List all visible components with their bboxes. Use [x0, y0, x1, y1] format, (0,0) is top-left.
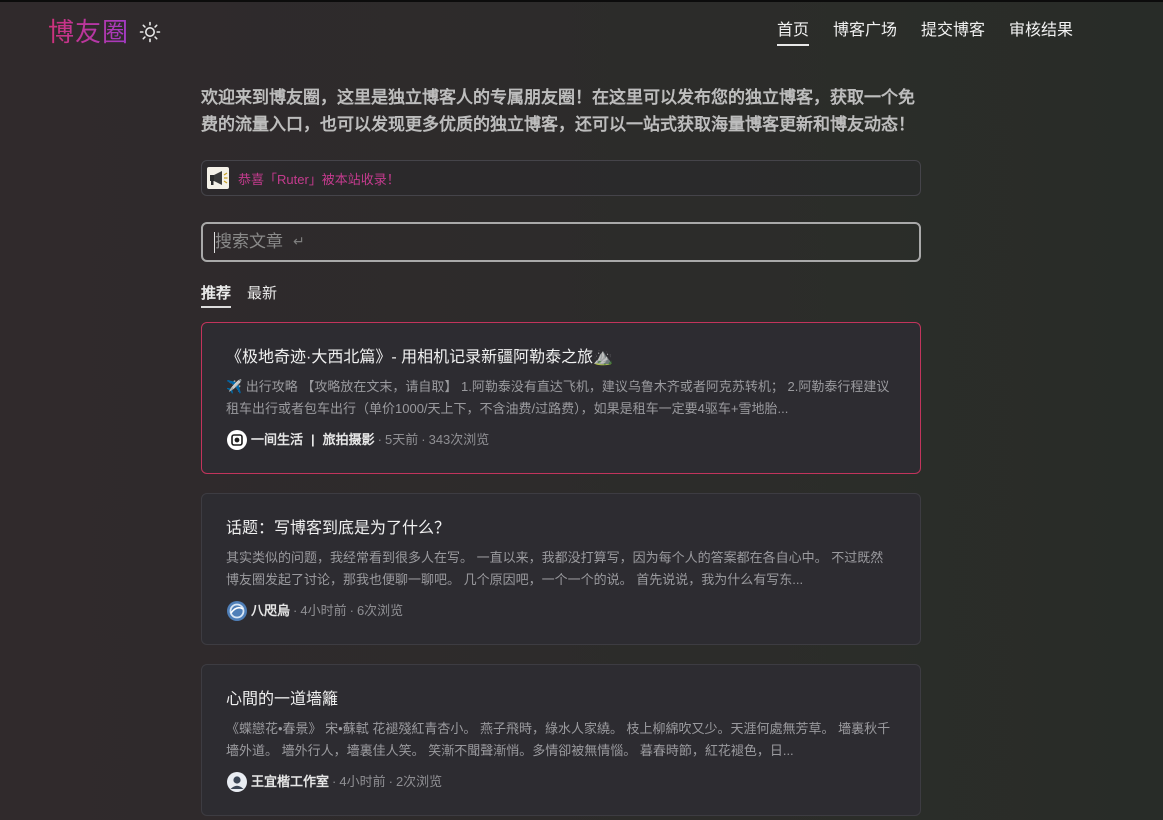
nav-blog-square[interactable]: 博客广场: [833, 20, 897, 46]
article-time: 5天前: [385, 432, 419, 447]
intro-text: 欢迎来到博友圈，这里是独立博客人的专属朋友圈！在这里可以发布您的独立博客，获取一…: [201, 88, 915, 134]
meta-dot: ·: [332, 774, 337, 789]
article-excerpt: 其实类似的问题，我经常看到很多人在写。 一直以来，我都没打算写，因为每个人的答案…: [226, 550, 884, 587]
article-views: 2次浏览: [395, 774, 443, 789]
article-title[interactable]: 心間的一道墻籬: [226, 665, 896, 711]
tab-recommended[interactable]: 推荐: [201, 283, 232, 308]
tab-latest[interactable]: 最新: [247, 283, 277, 308]
article-category[interactable]: 旅拍摄影: [323, 429, 375, 451]
nav-review-results[interactable]: 审核结果: [1009, 20, 1073, 46]
article-excerpt: 《蝶戀花•春景》 宋•蘇軾 花褪殘紅青杏小。 燕子飛時，綠水人家繞。 枝上柳綿吹…: [226, 721, 891, 758]
notice-bar[interactable]: 恭喜「Ruter」被本站收录！: [201, 160, 921, 196]
meta-dot: ·: [421, 432, 426, 447]
article-excerpt: ✈️ 出行攻略 【攻略放在文末，请自取】 1.阿勒泰没有直达飞机，建议乌鲁木齐或…: [226, 379, 890, 416]
article-author[interactable]: 一间生活: [251, 429, 303, 451]
article-author[interactable]: 王宜楷工作室: [251, 771, 329, 793]
search-input[interactable]: [203, 224, 919, 260]
main-content: 欢迎来到博友圈，这里是独立博客人的专属朋友圈！在这里可以发布您的独立博客，获取一…: [201, 84, 921, 816]
search-box[interactable]: ↵: [201, 222, 921, 262]
article-time: 4小时前: [339, 774, 386, 789]
article-views: 6次浏览: [356, 603, 404, 618]
megaphone-icon: [207, 167, 229, 189]
avatar[interactable]: [227, 772, 247, 792]
nav-submit-blog[interactable]: 提交博客: [921, 20, 985, 46]
article-author[interactable]: 八咫烏: [251, 600, 290, 622]
article-title[interactable]: 《极地奇迹·大西北篇》- 用相机记录新疆阿勒泰之旅⛰️: [226, 323, 896, 369]
article-card[interactable]: 话题：写博客到底是为了什么？ 其实类似的问题，我经常看到很多人在写。 一直以来，…: [201, 493, 921, 645]
site-header: 博友圈 首页 博客广场 提交博客 审核结果: [0, 2, 1163, 60]
article-meta: 王宜楷工作室 · 4小时前 · 2次浏览: [226, 771, 896, 793]
meta-dot: ·: [388, 774, 393, 789]
meta-separator: |: [311, 432, 315, 447]
article-title[interactable]: 话题：写博客到底是为了什么？: [226, 494, 896, 540]
site-logo[interactable]: 博友圈: [48, 15, 129, 49]
avatar[interactable]: [227, 601, 247, 621]
article-card[interactable]: 心間的一道墻籬 《蝶戀花•春景》 宋•蘇軾 花褪殘紅青杏小。 燕子飛時，綠水人家…: [201, 664, 921, 816]
article-views: 343次浏览: [428, 432, 490, 447]
avatar[interactable]: [227, 430, 247, 450]
feed-tabs: 推荐 最新: [201, 283, 921, 308]
sun-icon[interactable]: [139, 21, 161, 43]
article-meta: 八咫烏 · 4小时前 · 6次浏览: [226, 600, 896, 622]
article-card[interactable]: 《极地奇迹·大西北篇》- 用相机记录新疆阿勒泰之旅⛰️ ✈️ 出行攻略 【攻略放…: [201, 322, 921, 474]
text-caret: [214, 232, 215, 253]
notice-text[interactable]: 恭喜「Ruter」被本站收录！: [238, 169, 400, 188]
return-icon: ↵: [293, 233, 305, 249]
article-time: 4小时前: [300, 603, 347, 618]
meta-dot: ·: [293, 603, 298, 618]
nav-home[interactable]: 首页: [776, 20, 809, 46]
article-meta: 一间生活 | 旅拍摄影 · 5天前 · 343次浏览: [226, 429, 896, 451]
meta-dot: ·: [377, 432, 383, 447]
meta-dot: ·: [349, 603, 354, 618]
main-nav: 首页 博客广场 提交博客 审核结果: [776, 20, 1073, 46]
